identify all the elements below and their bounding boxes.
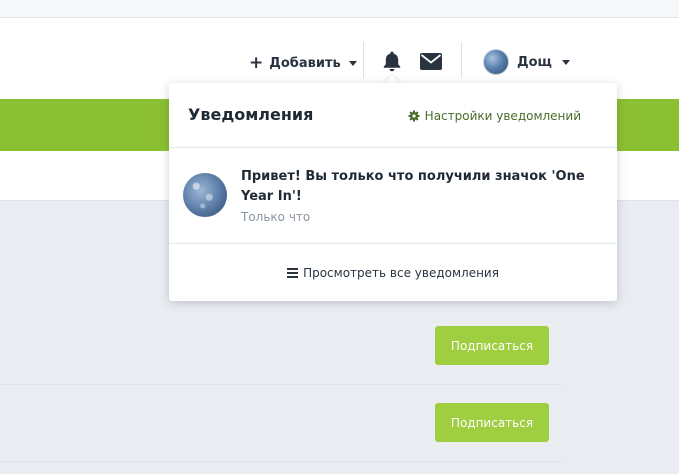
user-menu-button[interactable]: Дощ xyxy=(483,49,570,75)
notification-time: Только что xyxy=(241,210,311,224)
envelope-icon[interactable] xyxy=(420,53,442,70)
nav-separator xyxy=(363,42,364,78)
notification-settings-label: Настройки уведомлений xyxy=(424,109,581,123)
add-menu-button[interactable]: + Добавить xyxy=(249,52,357,74)
subscribe-button[interactable]: Подписаться xyxy=(435,403,549,442)
top-strip xyxy=(0,0,679,18)
plus-icon: + xyxy=(249,52,264,73)
row-divider xyxy=(0,384,562,385)
popup-title: Уведомления xyxy=(188,105,314,124)
nav-separator xyxy=(461,42,462,78)
avatar xyxy=(483,49,509,75)
add-menu-label: Добавить xyxy=(269,55,341,71)
notification-settings-link[interactable]: Настройки уведомлений xyxy=(408,109,581,123)
bell-icon[interactable] xyxy=(381,50,403,72)
notification-avatar xyxy=(183,173,227,217)
notification-text: Привет! Вы только что получили значок 'O… xyxy=(241,169,585,204)
popup-header: Уведомления Настройки уведомлений xyxy=(169,83,617,148)
list-icon xyxy=(287,267,299,278)
gear-icon xyxy=(408,110,420,122)
caret-down-icon xyxy=(561,59,570,65)
subscribe-button[interactable]: Подписаться xyxy=(435,326,549,365)
view-all-label: Просмотреть все уведомления xyxy=(303,265,499,280)
username-label: Дощ xyxy=(517,54,552,70)
notifications-popup: Уведомления Настройки уведомлений Привет… xyxy=(169,83,617,301)
row-divider xyxy=(0,461,562,462)
notification-item[interactable]: Привет! Вы только что получили значок 'O… xyxy=(169,148,617,244)
caret-down-icon xyxy=(348,60,357,66)
view-all-notifications-link[interactable]: Просмотреть все уведомления xyxy=(169,244,617,301)
